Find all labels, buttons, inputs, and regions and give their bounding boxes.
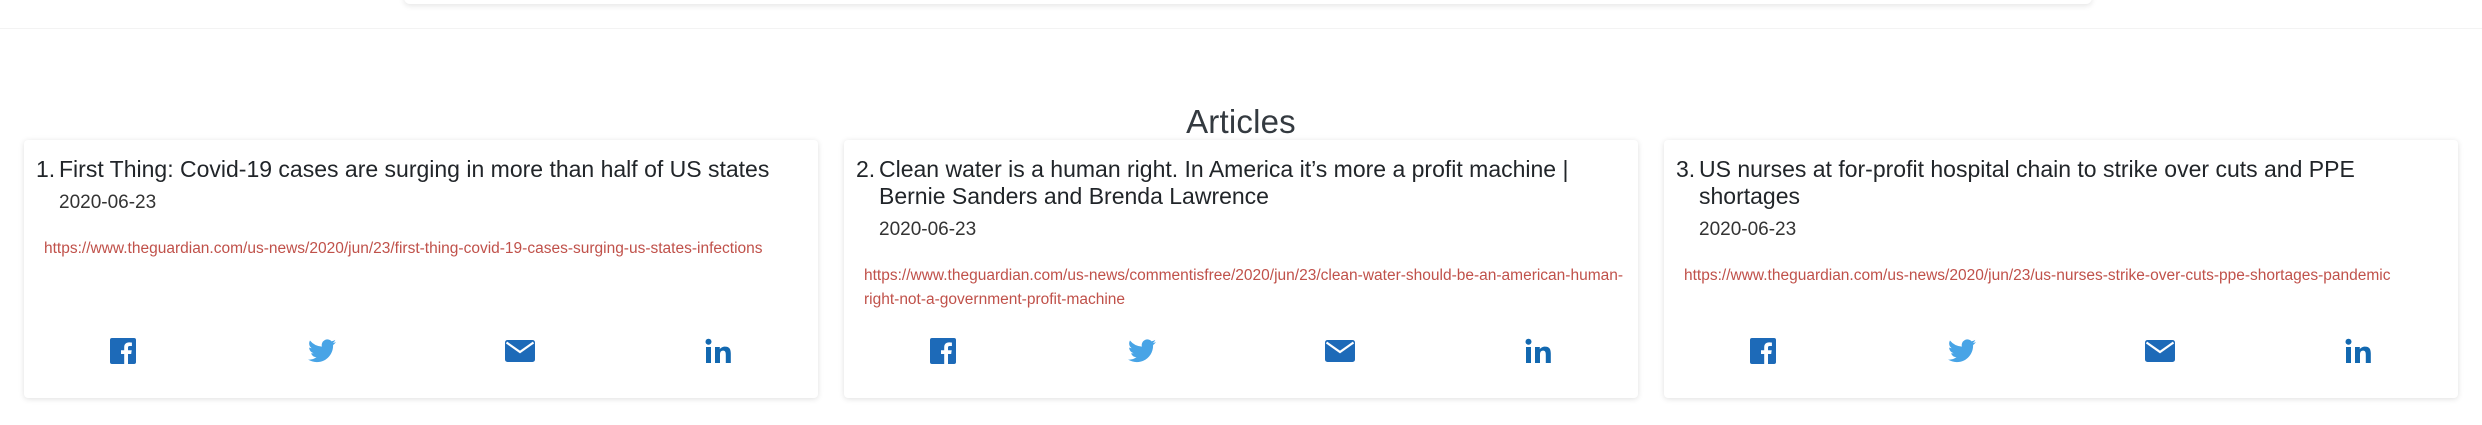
article-header: 3. US nurses at for-profit hospital chai… [1676, 156, 2446, 242]
article-title: US nurses at for-profit hospital chain t… [1699, 156, 2355, 209]
section-divider [0, 28, 2482, 29]
article-link[interactable]: https://www.theguardian.com/us-news/2020… [1676, 264, 2446, 288]
share-twitter-button[interactable] [305, 336, 339, 366]
article-date: 2020-06-23 [1699, 219, 1797, 240]
email-icon [2145, 340, 2176, 362]
linkedin-icon [1525, 338, 1551, 363]
email-icon [1325, 340, 1356, 362]
article-list: 1. First Thing: Covid-19 cases are surgi… [24, 140, 2458, 398]
article-info: US nurses at for-profit hospital chain t… [1699, 156, 2446, 242]
article-link[interactable]: https://www.theguardian.com/us-news/2020… [36, 237, 806, 261]
share-facebook-button[interactable] [1746, 336, 1780, 366]
article-number: 2. [856, 156, 876, 182]
facebook-icon [930, 338, 957, 364]
twitter-icon [307, 339, 336, 363]
article-date: 2020-06-23 [879, 219, 977, 240]
article-info: First Thing: Covid-19 cases are surging … [59, 156, 806, 215]
article-card: 3. US nurses at for-profit hospital chai… [1664, 140, 2458, 398]
previous-card-edge [404, 0, 2092, 4]
share-linkedin-button[interactable] [702, 336, 736, 366]
share-buttons [24, 336, 818, 366]
facebook-icon [1750, 338, 1777, 364]
share-email-button[interactable] [1323, 336, 1357, 366]
article-link[interactable]: https://www.theguardian.com/us-news/comm… [856, 264, 1626, 312]
article-title: Clean water is a human right. In America… [879, 156, 1569, 209]
share-email-button[interactable] [503, 336, 537, 366]
article-info: Clean water is a human right. In America… [879, 156, 1626, 242]
twitter-icon [1947, 339, 1976, 363]
article-card: 2. Clean water is a human right. In Amer… [844, 140, 1638, 398]
article-title: First Thing: Covid-19 cases are surging … [59, 156, 770, 182]
section-title: Articles [1186, 103, 1296, 141]
share-linkedin-button[interactable] [2342, 336, 2376, 366]
share-twitter-button[interactable] [1945, 336, 1979, 366]
share-linkedin-button[interactable] [1522, 336, 1556, 366]
twitter-icon [1127, 339, 1156, 363]
article-number: 1. [36, 156, 56, 182]
article-header: 2. Clean water is a human right. In Amer… [856, 156, 1626, 242]
article-date: 2020-06-23 [59, 192, 157, 213]
linkedin-icon [2345, 338, 2371, 363]
share-twitter-button[interactable] [1125, 336, 1159, 366]
share-facebook-button[interactable] [926, 336, 960, 366]
linkedin-icon [705, 338, 731, 363]
article-header: 1. First Thing: Covid-19 cases are surgi… [36, 156, 806, 215]
article-number: 3. [1676, 156, 1696, 182]
share-email-button[interactable] [2143, 336, 2177, 366]
article-card: 1. First Thing: Covid-19 cases are surgi… [24, 140, 818, 398]
share-buttons [844, 336, 1638, 366]
email-icon [505, 340, 536, 362]
share-buttons [1664, 336, 2458, 366]
facebook-icon [110, 338, 137, 364]
share-facebook-button[interactable] [106, 336, 140, 366]
